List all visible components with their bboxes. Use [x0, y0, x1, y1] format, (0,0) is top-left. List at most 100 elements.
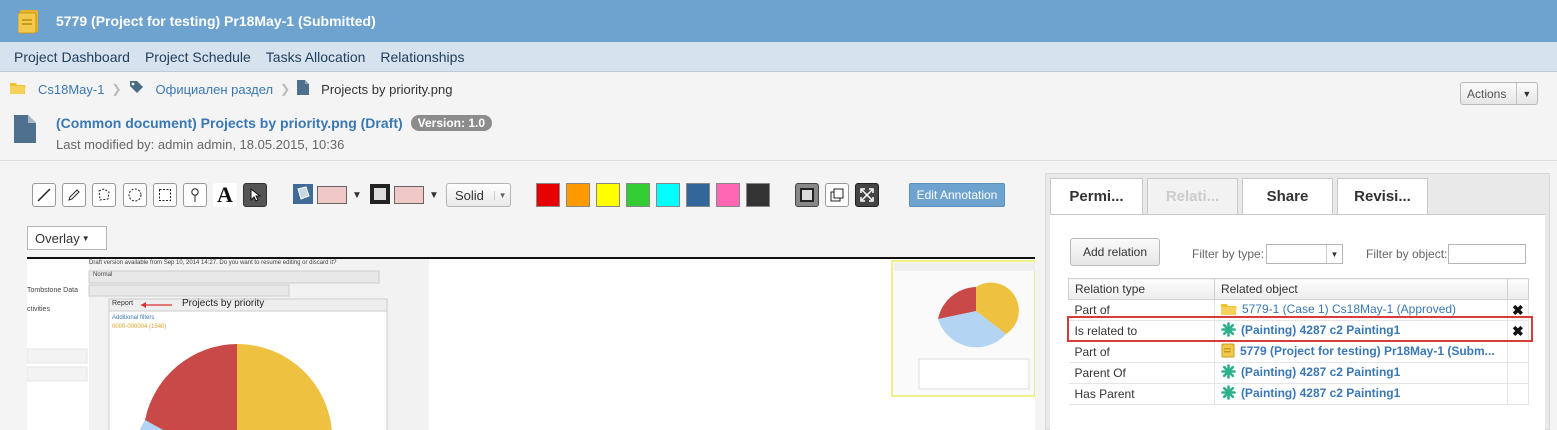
side-panel: Permi... Relati... Share Revisi... Add r… [1045, 173, 1550, 430]
line-style-select[interactable]: Solid ▼ [446, 183, 511, 207]
overlay-select[interactable]: Overlay ▼ [27, 226, 107, 250]
table-row[interactable]: Part of 5779 (Project for testing) Pr18M… [1068, 341, 1530, 363]
add-relation-button[interactable]: Add relation [1070, 238, 1160, 266]
project-icon [1221, 343, 1235, 361]
chevron-down-icon: ▼ [429, 189, 439, 201]
palette-color-cyan[interactable] [656, 183, 680, 207]
rectangle-tool-icon[interactable] [153, 183, 177, 207]
tab-share[interactable]: Share [1242, 178, 1333, 214]
additional-filters: Additional filters [112, 315, 155, 321]
palette-color-pink[interactable] [716, 183, 740, 207]
stroke-color-selector[interactable]: ▼ [369, 183, 439, 207]
relation-type: Part of [1068, 299, 1215, 321]
cursor-tool-icon[interactable] [243, 183, 267, 207]
column-relation-type[interactable]: Relation type [1068, 278, 1215, 300]
related-object-link[interactable]: (Painting) 4287 c2 Painting1 [1241, 365, 1400, 379]
filter-type-label: Filter by type: [1192, 247, 1265, 261]
related-object-cell: (Painting) 4287 c2 Painting1 [1214, 320, 1508, 342]
lasso-tool-icon[interactable] [92, 183, 116, 207]
palette-color-red[interactable] [536, 183, 560, 207]
stroke-color-swatch [394, 186, 424, 204]
related-object-link[interactable]: (Painting) 4287 c2 Painting1 [1241, 386, 1400, 400]
tab-relations[interactable]: Relati... [1147, 178, 1238, 214]
document-large-icon [14, 115, 36, 146]
font-select: Normal [93, 272, 113, 278]
document-title[interactable]: (Common document) Projects by priority.p… [56, 115, 403, 131]
palette-color-green[interactable] [626, 183, 650, 207]
related-object-link[interactable]: 5779-1 (Case 1) Cs18May-1 (Approved) [1242, 302, 1456, 316]
palette-color-black[interactable] [746, 183, 770, 207]
palette-color-blue[interactable] [686, 183, 710, 207]
pencil-tool-icon[interactable] [62, 183, 86, 207]
relations-table: Relation type Related object Part of 577… [1068, 278, 1530, 405]
content-area: Cs18May-1 ❯ Официален раздел ❯ Projects … [0, 72, 1557, 430]
filter-object-input[interactable] [1448, 244, 1526, 264]
layers-icon[interactable] [825, 183, 849, 207]
relation-type: Parent Of [1068, 362, 1215, 384]
painting-icon [1221, 364, 1236, 382]
relations-tab-body: Add relation Filter by type: ▼ Filter by… [1050, 214, 1545, 430]
pin-tool-icon[interactable] [183, 183, 207, 207]
frame-icon[interactable] [795, 183, 819, 207]
window-titlebar: 5779 (Project for testing) Pr18May-1 (Su… [0, 0, 1557, 42]
overlay-value: Overlay [35, 230, 80, 246]
column-related-object[interactable]: Related object [1213, 278, 1508, 300]
tag-icon [129, 80, 144, 98]
nav-project-schedule[interactable]: Project Schedule [145, 49, 251, 65]
document-icon [297, 80, 310, 98]
table-row[interactable]: Parent Of (Painting) 4287 c2 Painting1 [1068, 362, 1530, 384]
nav-project-dashboard[interactable]: Project Dashboard [14, 49, 130, 65]
version-badge: Version: 1.0 [410, 115, 493, 131]
chevron-down-icon: ▼ [494, 190, 510, 200]
fill-color-selector[interactable]: ▼ [292, 183, 362, 207]
related-object-link[interactable]: (Painting) 4287 c2 Painting1 [1241, 323, 1400, 337]
empty-cell [1507, 341, 1530, 363]
table-row[interactable]: Has Parent (Painting) 4287 c2 Painting1 [1068, 383, 1530, 405]
ellipse-tool-icon[interactable] [123, 183, 147, 207]
text-tool-icon[interactable]: A [213, 182, 237, 207]
document-header: (Common document) Projects by priority.p… [14, 115, 493, 152]
line-style-value: Solid [455, 187, 484, 203]
table-header-row: Relation type Related object [1068, 278, 1530, 300]
chevron-down-icon: ▼ [1326, 245, 1342, 263]
table-row[interactable]: Is related to (Painting) 4287 c2 Paintin… [1068, 320, 1530, 342]
actions-button[interactable]: Actions ▼ [1460, 82, 1538, 105]
breadcrumb-section[interactable]: Официален раздел [156, 82, 274, 97]
nav-tasks-allocation[interactable]: Tasks Allocation [266, 49, 366, 65]
chevron-down-icon: ▼ [1515, 83, 1537, 104]
report-heading: Projects by priority [182, 298, 265, 309]
filter-sub: 0000-000004 (1540) [112, 324, 167, 330]
project-icon [17, 8, 42, 34]
filter-object-label: Filter by object: [1366, 247, 1448, 261]
breadcrumb-root[interactable]: Cs18May-1 [38, 82, 104, 97]
empty-cell [1507, 383, 1530, 405]
relation-type: Is related to [1068, 320, 1215, 342]
paint-bucket-icon [292, 183, 314, 208]
tab-permissions[interactable]: Permi... [1050, 178, 1143, 214]
related-object-cell: 5779-1 (Case 1) Cs18May-1 (Approved) [1214, 299, 1508, 321]
delete-relation-icon[interactable]: ✖ [1507, 299, 1530, 321]
related-object-link[interactable]: 5779 (Project for testing) Pr18May-1 (Su… [1240, 344, 1495, 358]
palette-color-orange[interactable] [566, 183, 590, 207]
related-object-cell: 5779 (Project for testing) Pr18May-1 (Su… [1214, 341, 1508, 363]
line-tool-icon[interactable] [32, 183, 56, 207]
palette-color-yellow[interactable] [596, 183, 620, 207]
chevron-right-icon: ❯ [111, 82, 122, 96]
empty-cell [1507, 362, 1530, 384]
tab-revisions[interactable]: Revisi... [1337, 178, 1428, 214]
filter-type-select[interactable]: ▼ [1266, 244, 1343, 264]
fullscreen-icon[interactable] [855, 183, 879, 207]
delete-relation-icon[interactable]: ✖ [1507, 320, 1530, 342]
last-modified: Last modified by: admin admin, 18.05.201… [56, 137, 345, 152]
header-divider [0, 160, 1557, 161]
folder-icon [1220, 303, 1237, 318]
nav-relationships[interactable]: Relationships [380, 49, 464, 65]
column-actions [1506, 278, 1530, 300]
chevron-right-icon: ❯ [280, 82, 291, 96]
edit-annotation-button[interactable]: Edit Annotation [909, 183, 1005, 207]
painting-icon [1221, 322, 1236, 340]
side-label-tombstone: Tombstone Data [27, 287, 78, 294]
table-row[interactable]: Part of 5779-1 (Case 1) Cs18May-1 (Appro… [1068, 299, 1530, 321]
painting-icon [1221, 385, 1236, 403]
image-canvas[interactable]: Draft version available from Sep 10, 201… [27, 257, 1035, 430]
